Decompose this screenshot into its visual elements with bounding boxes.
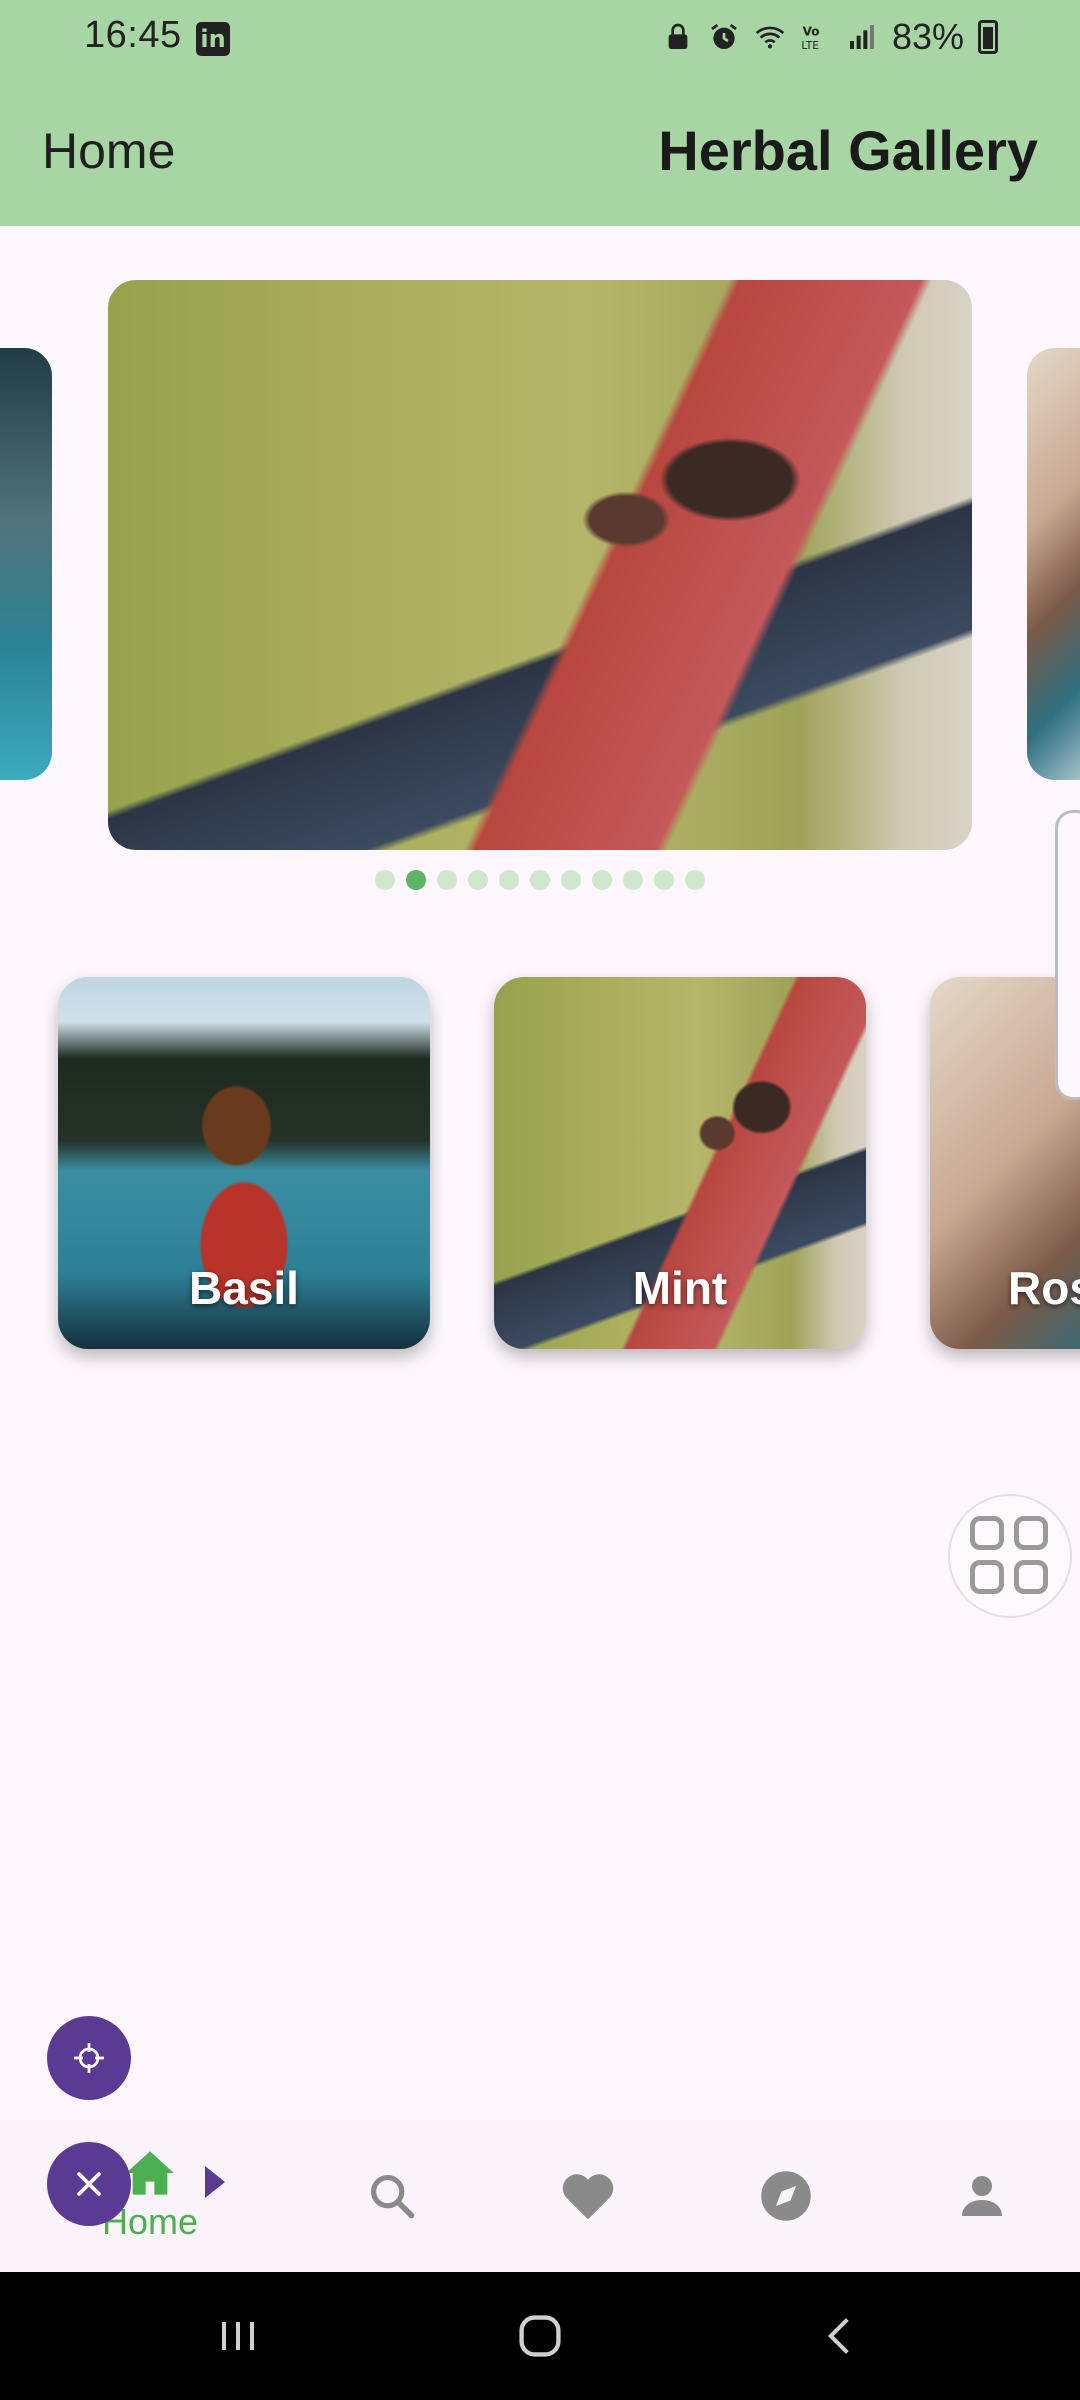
herb-card-label: Basil [189,1262,299,1314]
back-button[interactable] [800,2298,880,2374]
screen: 16:45 in Vo LTE 83% Home Herbal Gallery B… [0,0,1080,2400]
grid-view-button[interactable] [948,1494,1072,1618]
carousel-dot[interactable] [499,870,519,890]
recent-apps-icon [222,2322,254,2350]
svg-text:LTE: LTE [801,39,819,52]
page-title: Herbal Gallery [658,119,1038,182]
carousel-dot[interactable] [530,870,550,890]
grid-icon [1014,1516,1048,1550]
battery-percent: 83% [891,16,964,57]
side-panel-handle[interactable] [1055,810,1080,1100]
carousel-dot[interactable] [437,870,457,890]
grid-icon [970,1516,1004,1550]
nav-favorites[interactable] [550,2120,626,2272]
recent-apps-button[interactable] [198,2298,278,2374]
carousel-dot[interactable] [623,870,643,890]
close-menu-button[interactable] [47,2142,131,2226]
herb-cards-row: Basil Mint Ros [0,977,1080,1357]
herb-card-label: Mint [632,1262,728,1314]
signal-icon [849,25,874,49]
app-top-bar: 16:45 in Vo LTE 83% Home Herbal Gallery [0,0,1080,226]
carousel-indicator [0,870,1080,890]
carousel-dot[interactable] [375,870,395,890]
crosshair-icon [74,2043,104,2073]
carousel-slide-current[interactable] [108,280,972,850]
bottom-navigation: Home [0,2120,1080,2272]
locate-button[interactable] [47,2016,131,2100]
close-icon [77,2172,101,2196]
home-icon [126,2151,174,2195]
home-square-icon [519,2315,561,2357]
carousel-dot-active[interactable] [406,870,426,890]
status-time: 16:45 [84,14,182,56]
herb-card-label: Ros [1008,1262,1080,1314]
nav-search[interactable] [354,2120,430,2272]
home-title: Home [42,123,176,179]
system-navigation-bar [0,2272,1080,2400]
carousel-dot[interactable] [561,870,581,890]
carousel-dot[interactable] [654,870,674,890]
expand-arrow-icon[interactable] [205,2166,225,2198]
carousel-slide-previous[interactable] [0,348,52,780]
grid-icon [970,1560,1004,1594]
carousel-dot[interactable] [592,870,612,890]
wifi-icon [755,26,785,49]
alarm-icon [711,23,737,49]
carousel-dot[interactable] [468,870,488,890]
carousel-dot[interactable] [685,870,705,890]
status-icons: Vo LTE 83% [662,16,998,58]
image-carousel[interactable] [0,226,1080,926]
volte-icon: VoLTE [801,25,820,52]
nav-explore[interactable] [748,2120,824,2272]
carousel-slide-next[interactable] [1027,348,1080,780]
linkedin-notification-icon: in [196,22,230,56]
back-icon [827,2318,849,2354]
svg-text:Vo: Vo [803,25,820,39]
grid-icon [1014,1560,1048,1594]
herb-card-basil[interactable]: Basil [58,977,430,1349]
person-icon [962,2176,1002,2216]
battery-icon [978,20,998,54]
system-home-button[interactable] [500,2298,580,2374]
compass-icon [761,2171,811,2221]
heart-icon [562,2174,614,2220]
search-icon [370,2174,415,2219]
nav-profile[interactable] [944,2120,1020,2272]
herb-card-mint[interactable]: Mint [494,977,866,1349]
lock-icon [668,23,688,49]
